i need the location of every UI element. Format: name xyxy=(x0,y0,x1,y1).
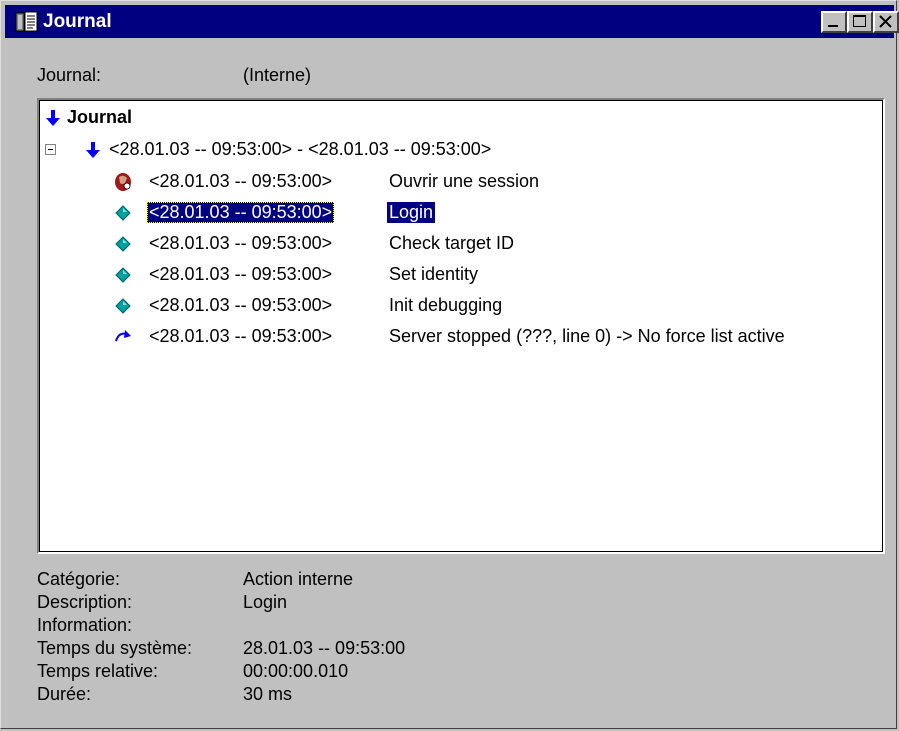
log-entry[interactable]: <28.01.03 -- 09:53:00> Server stopped (?… xyxy=(113,325,883,351)
entry-timestamp: <28.01.03 -- 09:53:00> xyxy=(149,233,333,253)
journal-book-icon xyxy=(15,11,39,33)
entry-timestamp: <28.01.03 -- 09:53:00> xyxy=(149,326,333,346)
entry-description: Set identity xyxy=(389,264,479,284)
entry-description: Init debugging xyxy=(389,295,503,315)
maximize-icon xyxy=(853,15,866,27)
entry-timestamp: <28.01.03 -- 09:53:00> xyxy=(149,264,333,284)
log-entry-selected[interactable]: <28.01.03 -- 09:53:00> Login xyxy=(113,201,883,227)
detail-label: Description: xyxy=(37,592,133,612)
diamond-icon xyxy=(113,264,133,286)
down-arrow-icon xyxy=(85,141,101,164)
diamond-icon xyxy=(113,202,133,224)
detail-label: Durée: xyxy=(37,684,92,704)
entry-timestamp: <28.01.03 -- 09:53:00> xyxy=(149,295,333,315)
session-label: <28.01.03 -- 09:53:00> - <28.01.03 -- 09… xyxy=(109,139,492,159)
collapse-toggle-icon[interactable] xyxy=(45,144,56,155)
open-session-icon xyxy=(113,171,133,193)
detail-value: Action interne xyxy=(243,569,354,589)
log-entry[interactable]: <28.01.03 -- 09:53:00> Check target ID xyxy=(113,232,883,258)
minimize-icon xyxy=(828,25,838,27)
journal-window: Journal Journal: (Interne) Journal <28.0… xyxy=(0,0,899,729)
title-bar[interactable]: Journal xyxy=(5,5,899,38)
entry-description: Ouvrir une session xyxy=(389,171,540,191)
detail-label: Catégorie: xyxy=(37,569,121,589)
entry-timestamp: <28.01.03 -- 09:53:00> xyxy=(147,202,335,223)
diamond-icon xyxy=(113,295,133,317)
close-icon xyxy=(879,15,892,28)
maximize-button[interactable] xyxy=(847,11,873,33)
close-button[interactable] xyxy=(873,11,899,33)
detail-value: Login xyxy=(243,592,288,612)
detail-label: Temps du système: xyxy=(37,638,193,658)
minimize-button[interactable] xyxy=(821,11,847,33)
tree-root-label: Journal xyxy=(67,107,133,127)
journal-field-value: (Interne) xyxy=(243,65,312,85)
diamond-icon xyxy=(113,233,133,255)
log-entry[interactable]: <28.01.03 -- 09:53:00> Set identity xyxy=(113,263,883,289)
detail-label: Temps relative: xyxy=(37,661,159,681)
detail-value: 00:00:00.010 xyxy=(243,661,349,681)
detail-value: 30 ms xyxy=(243,684,293,704)
entry-description: Server stopped (???, line 0) -> No force… xyxy=(389,326,785,346)
entry-description: Check target ID xyxy=(389,233,515,253)
window-title: Journal xyxy=(43,11,112,32)
detail-value: 28.01.03 -- 09:53:00 xyxy=(243,638,406,658)
log-entry[interactable]: <28.01.03 -- 09:53:00> Init debugging xyxy=(113,294,883,320)
down-arrow-icon xyxy=(45,109,61,132)
detail-label: Information: xyxy=(37,615,133,635)
entry-description: Login xyxy=(387,202,436,223)
curved-arrow-icon xyxy=(113,326,133,348)
journal-tree[interactable]: Journal <28.01.03 -- 09:53:00> - <28.01.… xyxy=(37,98,885,554)
session-node[interactable]: <28.01.03 -- 09:53:00> - <28.01.03 -- 09… xyxy=(45,138,865,164)
log-entry[interactable]: <28.01.03 -- 09:53:00> Ouvrir une sessio… xyxy=(113,170,883,196)
entry-timestamp: <28.01.03 -- 09:53:00> xyxy=(149,171,333,191)
journal-field-label: Journal: xyxy=(37,65,102,85)
